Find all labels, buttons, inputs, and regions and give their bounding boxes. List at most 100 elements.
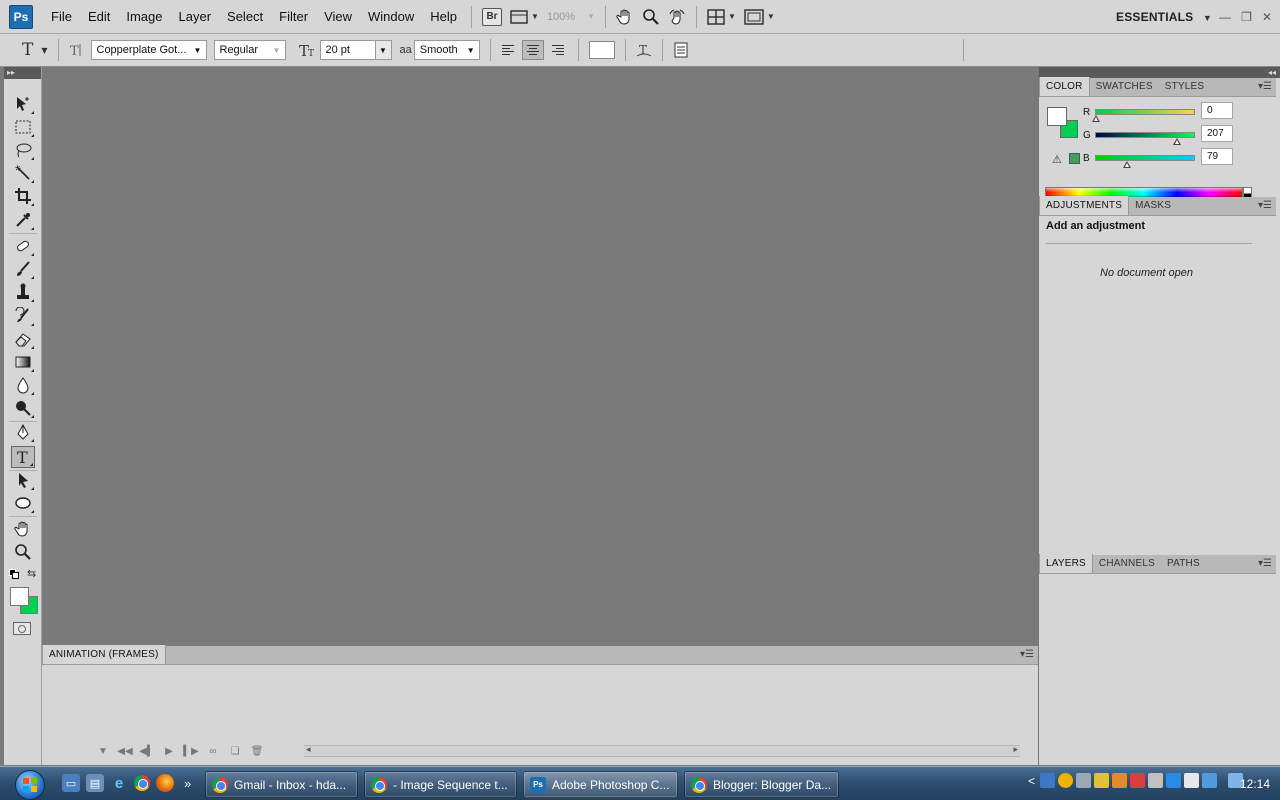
text-color-swatch[interactable] xyxy=(588,41,615,59)
tray-network-icon[interactable] xyxy=(1040,773,1056,788)
start-button[interactable] xyxy=(8,769,52,800)
warning-icon[interactable]: ⚠ xyxy=(1052,153,1062,166)
panel-menu-icon[interactable]: ▾☰ xyxy=(1020,649,1034,660)
tray-app-icon[interactable] xyxy=(1112,773,1128,788)
channel-value-input[interactable]: 0 xyxy=(1201,102,1233,119)
tab-color[interactable]: COLOR xyxy=(1039,77,1090,96)
font-family-select[interactable]: Copperplate Got... ▼ xyxy=(90,40,207,60)
switch-windows-icon[interactable]: ▤ xyxy=(86,774,104,792)
tray-device-icon[interactable] xyxy=(1148,773,1164,788)
hand-tool-button[interactable] xyxy=(616,6,634,28)
taskbar-button[interactable]: Blogger: Blogger Da... xyxy=(684,771,839,798)
move-tool-button[interactable] xyxy=(11,93,35,115)
duplicate-frame-button[interactable]: ❏ xyxy=(224,744,246,758)
firefox-icon[interactable] xyxy=(156,774,174,792)
tab-channels[interactable]: CHANNELS xyxy=(1093,554,1161,573)
more-quick-launch-icon[interactable]: » xyxy=(184,776,191,791)
foreground-color-swatch[interactable] xyxy=(10,587,29,606)
dodge-tool-button[interactable] xyxy=(11,397,35,419)
close-icon[interactable]: ✕ xyxy=(1262,10,1272,24)
collapse-panel-icon[interactable]: ▸▸ xyxy=(4,67,41,79)
tool-preset-picker[interactable]: T ▼ xyxy=(22,40,48,60)
tab-styles[interactable]: STYLES xyxy=(1159,77,1211,96)
lasso-tool-button[interactable] xyxy=(11,139,35,161)
quick-selection-tool-button[interactable] xyxy=(11,162,35,184)
menu-select[interactable]: Select xyxy=(219,0,271,34)
panel-menu-icon[interactable]: ▾☰ xyxy=(1258,558,1272,569)
delete-frame-button[interactable]: 🗑 xyxy=(246,744,268,758)
clone-stamp-tool-button[interactable] xyxy=(11,281,35,303)
web-safe-color-swatch[interactable] xyxy=(1069,153,1080,164)
font-style-select[interactable]: Regular ▼ xyxy=(213,40,286,60)
shape-tool-button[interactable] xyxy=(11,492,35,514)
crop-tool-button[interactable] xyxy=(11,185,35,207)
tray-dropbox-icon[interactable] xyxy=(1166,773,1182,788)
channel-value-input[interactable]: 79 xyxy=(1201,148,1233,165)
marquee-tool-button[interactable] xyxy=(11,116,35,138)
zoom-tool-button[interactable] xyxy=(11,541,35,563)
channel-slider[interactable] xyxy=(1092,109,1195,122)
channel-slider[interactable] xyxy=(1095,132,1195,145)
slider-thumb[interactable] xyxy=(1173,138,1181,145)
gradient-tool-button[interactable] xyxy=(11,351,35,373)
history-brush-tool-button[interactable] xyxy=(11,305,35,327)
align-right-button[interactable] xyxy=(547,40,569,60)
screen-mode-button[interactable]: ▼ xyxy=(744,6,775,28)
show-hidden-icons-icon[interactable]: < xyxy=(1028,774,1035,788)
align-left-button[interactable] xyxy=(497,40,519,60)
menu-image[interactable]: Image xyxy=(118,0,170,34)
tray-bluetooth-icon[interactable] xyxy=(1202,773,1218,788)
tab-swatches[interactable]: SWATCHES xyxy=(1090,77,1159,96)
chrome-icon[interactable] xyxy=(134,775,150,791)
arrange-documents-button[interactable]: ▼ xyxy=(707,6,736,28)
blur-tool-button[interactable] xyxy=(11,374,35,396)
menu-filter[interactable]: Filter xyxy=(271,0,316,34)
photoshop-logo[interactable]: Ps xyxy=(9,4,33,29)
workspace-switcher[interactable]: ESSENTIALS ▼ xyxy=(1116,0,1212,34)
clock[interactable]: 12:14 xyxy=(1240,767,1270,800)
warp-text-button[interactable]: T xyxy=(632,42,656,58)
view-extras-button[interactable]: ▼ xyxy=(510,6,539,28)
default-colors-icon[interactable] xyxy=(9,569,19,579)
previous-frame-button[interactable]: ◀▍ xyxy=(136,744,158,758)
slider-thumb[interactable] xyxy=(1092,115,1100,122)
align-center-button[interactable] xyxy=(521,40,544,60)
restore-icon[interactable]: ❐ xyxy=(1241,10,1252,24)
zoom-tool-button[interactable] xyxy=(642,6,660,28)
internet-explorer-icon[interactable]: e xyxy=(110,774,128,792)
eraser-tool-button[interactable] xyxy=(11,328,35,350)
taskbar-button[interactable]: Gmail - Inbox - hda... xyxy=(205,771,358,798)
path-selection-tool-button[interactable] xyxy=(11,469,35,491)
tray-volume-icon[interactable] xyxy=(1184,773,1200,788)
swap-colors-icon[interactable]: ⇆ xyxy=(27,567,36,580)
minimize-icon[interactable]: — xyxy=(1219,10,1231,24)
tab-animation-frames[interactable]: ANIMATION (FRAMES) xyxy=(42,645,166,664)
tween-button[interactable]: ∞ xyxy=(202,744,224,758)
tray-tools-icon[interactable] xyxy=(1076,773,1092,788)
panel-menu-icon[interactable]: ▾☰ xyxy=(1258,200,1272,211)
launch-bridge-button[interactable]: Br xyxy=(482,6,503,28)
taskbar-button[interactable]: Ps Adobe Photoshop C... xyxy=(523,771,678,798)
document-canvas-area[interactable] xyxy=(42,67,1038,645)
menu-edit[interactable]: Edit xyxy=(80,0,118,34)
tray-folder-icon[interactable] xyxy=(1094,773,1110,788)
menu-window[interactable]: Window xyxy=(360,0,422,34)
toggle-text-orientation-button[interactable]: T xyxy=(65,42,87,58)
scroll-right-icon[interactable]: ▸ xyxy=(1013,744,1018,755)
tab-adjustments[interactable]: ADJUSTMENTS xyxy=(1039,196,1130,215)
tab-paths[interactable]: PATHS xyxy=(1161,554,1206,573)
loop-options-select[interactable]: ▼ xyxy=(92,744,114,758)
rotate-view-button[interactable] xyxy=(668,6,686,28)
panel-menu-icon[interactable]: ▾☰ xyxy=(1258,81,1272,92)
menu-help[interactable]: Help xyxy=(422,0,465,34)
font-size-select[interactable]: 20 pt ▼ xyxy=(319,40,392,60)
menu-file[interactable]: File xyxy=(43,0,80,34)
channel-slider[interactable] xyxy=(1095,155,1195,168)
menu-view[interactable]: View xyxy=(316,0,360,34)
pen-tool-button[interactable] xyxy=(11,421,35,443)
anti-alias-select[interactable]: Smooth ▼ xyxy=(413,40,480,60)
scroll-left-icon[interactable]: ◂ xyxy=(306,744,311,755)
hand-tool-button[interactable] xyxy=(11,518,35,540)
tab-masks[interactable]: MASKS xyxy=(1129,196,1177,215)
type-tool-button[interactable]: T xyxy=(11,446,35,468)
